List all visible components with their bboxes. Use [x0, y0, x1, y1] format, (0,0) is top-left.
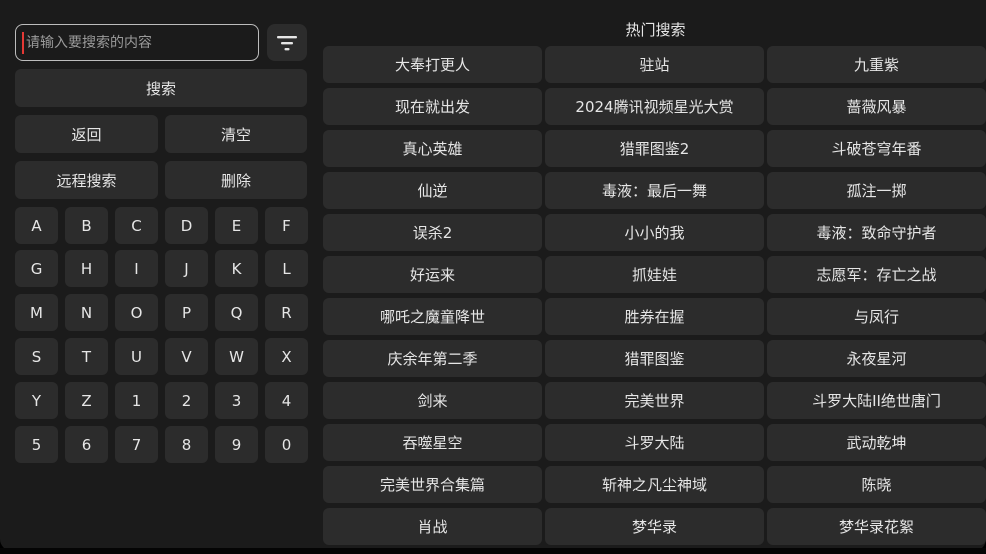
- key-n[interactable]: N: [65, 294, 108, 331]
- key-4[interactable]: 4: [265, 382, 308, 419]
- hot-search-item[interactable]: 真心英雄: [323, 130, 542, 167]
- key-r[interactable]: R: [265, 294, 308, 331]
- hot-search-item[interactable]: 小小的我: [545, 214, 764, 251]
- key-e[interactable]: E: [215, 207, 258, 244]
- hot-search-item[interactable]: 孤注一掷: [767, 172, 986, 209]
- hot-search-item[interactable]: 庆余年第二季: [323, 340, 542, 377]
- key-u[interactable]: U: [115, 338, 158, 375]
- key-3[interactable]: 3: [215, 382, 258, 419]
- hot-search-title: 热门搜索: [625, 21, 686, 39]
- key-x[interactable]: X: [265, 338, 308, 375]
- key-m[interactable]: M: [15, 294, 58, 331]
- key-6[interactable]: 6: [65, 426, 108, 463]
- key-f[interactable]: F: [265, 207, 308, 244]
- remote-search-button[interactable]: 远程搜索: [15, 161, 158, 199]
- key-z[interactable]: Z: [65, 382, 108, 419]
- key-p[interactable]: P: [165, 294, 208, 331]
- key-y[interactable]: Y: [15, 382, 58, 419]
- hot-search-item[interactable]: 毒液：致命守护者: [767, 214, 986, 251]
- key-s[interactable]: S: [15, 338, 58, 375]
- bottom-strip: [0, 548, 986, 554]
- key-d[interactable]: D: [165, 207, 208, 244]
- key-t[interactable]: T: [65, 338, 108, 375]
- hot-search-item[interactable]: 斩神之凡尘神域: [545, 466, 764, 503]
- key-5[interactable]: 5: [15, 426, 58, 463]
- hot-search-item[interactable]: 梦华录花絮: [767, 508, 986, 545]
- key-2[interactable]: 2: [165, 382, 208, 419]
- key-i[interactable]: I: [115, 250, 158, 287]
- key-0[interactable]: 0: [265, 426, 308, 463]
- hot-search-item[interactable]: 猎罪图鉴: [545, 340, 764, 377]
- hot-search-item[interactable]: 蔷薇风暴: [767, 88, 986, 125]
- hot-search-item[interactable]: 胜券在握: [545, 298, 764, 335]
- hot-search-grid: 大奉打更人 驻站 九重紫现在就出发 2024腾讯视频星光大赏 蔷薇风暴真心英雄 猎罪图鉴2…: [323, 46, 986, 545]
- filter-button[interactable]: [267, 24, 307, 61]
- key-a[interactable]: A: [15, 207, 58, 244]
- hot-search-item[interactable]: 剑来: [323, 382, 542, 419]
- back-button[interactable]: 返回: [15, 115, 158, 153]
- hot-search-item[interactable]: 抓娃娃: [545, 256, 764, 293]
- key-q[interactable]: Q: [215, 294, 258, 331]
- key-7[interactable]: 7: [115, 426, 158, 463]
- hot-search-item[interactable]: 斗破苍穹年番: [767, 130, 986, 167]
- key-w[interactable]: W: [215, 338, 258, 375]
- hot-search-item[interactable]: 大奉打更人: [323, 46, 542, 83]
- hot-search-item[interactable]: 陈晓: [767, 466, 986, 503]
- key-c[interactable]: C: [115, 207, 158, 244]
- hot-search-item[interactable]: 毒液：最后一舞: [545, 172, 764, 209]
- hot-search-item[interactable]: 梦华录: [545, 508, 764, 545]
- hot-search-item[interactable]: 现在就出发: [323, 88, 542, 125]
- key-v[interactable]: V: [165, 338, 208, 375]
- hot-search-item[interactable]: 与凤行: [767, 298, 986, 335]
- hot-search-item[interactable]: 完美世界: [545, 382, 764, 419]
- search-button[interactable]: 搜索: [15, 69, 307, 107]
- hot-search-item[interactable]: 肖战: [323, 508, 542, 545]
- key-k[interactable]: K: [215, 250, 258, 287]
- hot-search-item[interactable]: 2024腾讯视频星光大赏: [545, 88, 764, 125]
- hot-search-item[interactable]: 吞噬星空: [323, 424, 542, 461]
- hot-search-item[interactable]: 永夜星河: [767, 340, 986, 377]
- key-o[interactable]: O: [115, 294, 158, 331]
- search-panel: 搜索 返回 清空 远程搜索 删除 ABCDEF GHIJKL MNOPQR STUVW…: [0, 0, 986, 551]
- key-l[interactable]: L: [265, 250, 308, 287]
- key-h[interactable]: H: [65, 250, 108, 287]
- hot-search-item[interactable]: 好运来: [323, 256, 542, 293]
- filter-lines-icon: [277, 35, 297, 50]
- key-b[interactable]: B: [65, 207, 108, 244]
- hot-search-item[interactable]: 斗罗大陆II绝世唐门: [767, 382, 986, 419]
- hot-search-item[interactable]: 武动乾坤: [767, 424, 986, 461]
- delete-button[interactable]: 删除: [165, 161, 307, 199]
- key-j[interactable]: J: [165, 250, 208, 287]
- key-g[interactable]: G: [15, 250, 58, 287]
- hot-search-item[interactable]: 驻站: [545, 46, 764, 83]
- hot-search-item[interactable]: 误杀2: [323, 214, 542, 251]
- hot-search-item[interactable]: 哪吒之魔童降世: [323, 298, 542, 335]
- hot-search-item[interactable]: 斗罗大陆: [545, 424, 764, 461]
- clear-button[interactable]: 清空: [165, 115, 307, 153]
- hot-search-item[interactable]: 九重紫: [767, 46, 986, 83]
- key-9[interactable]: 9: [215, 426, 258, 463]
- search-input[interactable]: [15, 24, 259, 61]
- hot-search-item[interactable]: 仙逆: [323, 172, 542, 209]
- key-1[interactable]: 1: [115, 382, 158, 419]
- hot-search-item[interactable]: 完美世界合集篇: [323, 466, 542, 503]
- hot-search-item[interactable]: 猎罪图鉴2: [545, 130, 764, 167]
- key-8[interactable]: 8: [165, 426, 208, 463]
- hot-search-item[interactable]: 志愿军：存亡之战: [767, 256, 986, 293]
